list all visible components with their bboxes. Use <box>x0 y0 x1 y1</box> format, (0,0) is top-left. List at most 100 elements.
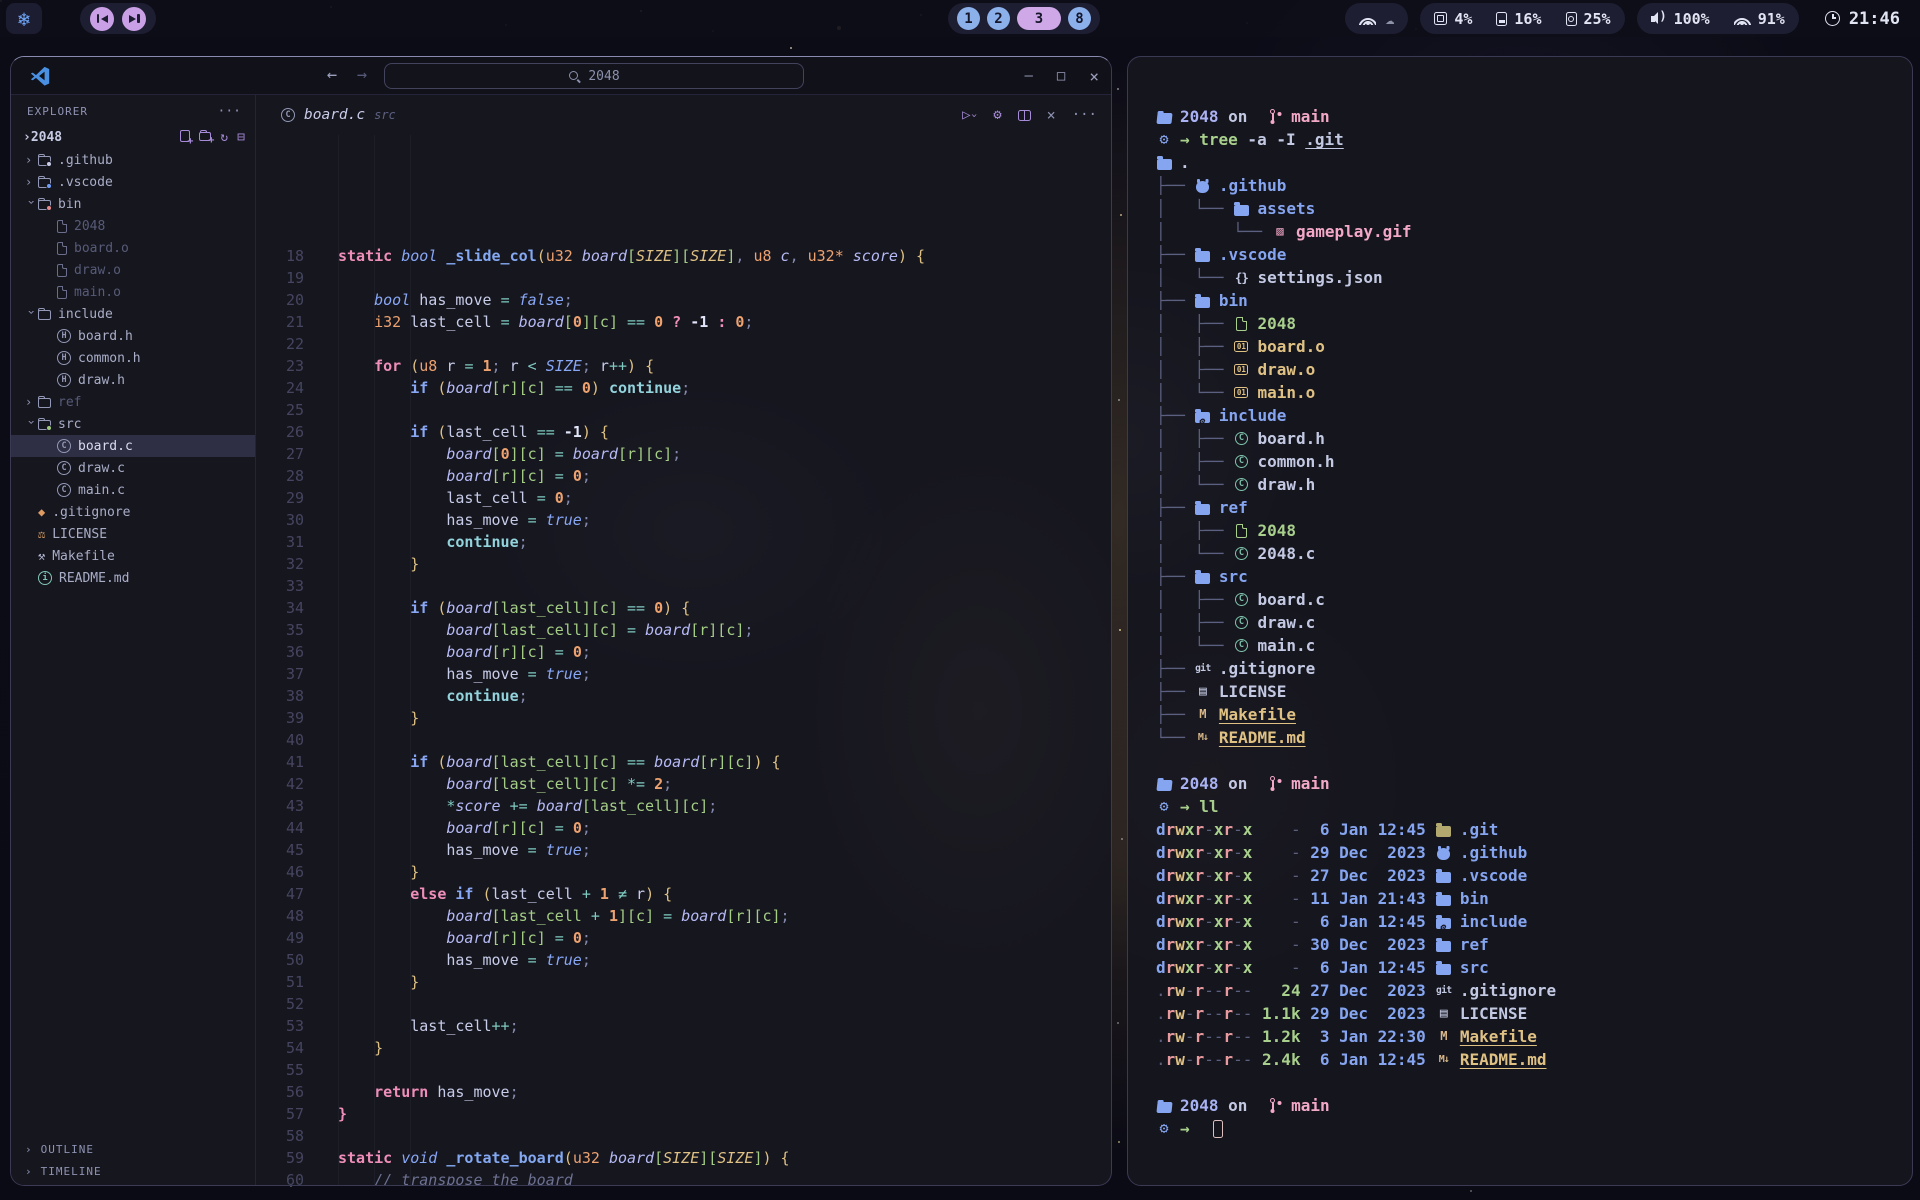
outline-panel[interactable]: › OUTLINE <box>11 1138 255 1160</box>
code-line-26: 26 if (last_cell == -1) { <box>256 421 1111 443</box>
line-number: 40 <box>256 729 326 751</box>
c-source-icon: C <box>1233 478 1249 491</box>
collapse-all-button[interactable]: ⊟ <box>237 130 245 145</box>
chevron-right-icon: › <box>25 1165 33 1178</box>
line-number: 24 <box>256 377 326 399</box>
explorer-item-draw.c[interactable]: Cdraw.c <box>11 457 255 479</box>
line-number: 60 <box>256 1169 326 1186</box>
more-actions-button[interactable]: ··· <box>1072 107 1097 123</box>
item-label: LICENSE <box>52 527 107 542</box>
code-line-40: 40 <box>256 729 1111 751</box>
line-number: 54 <box>256 1037 326 1059</box>
settings-gear-button[interactable]: ⚙ <box>993 107 1001 123</box>
c-source-icon: C <box>1233 593 1249 606</box>
launcher-button[interactable]: ❄ <box>6 3 42 34</box>
line-number: 36 <box>256 641 326 663</box>
volume-icon <box>1651 12 1667 25</box>
workspace-8[interactable]: 8 <box>1068 7 1091 30</box>
code-line-50: 50 has_move = true; <box>256 949 1111 971</box>
line-number: 41 <box>256 751 326 773</box>
maximize-button[interactable]: □ <box>1057 68 1065 84</box>
explorer-item-bin[interactable]: ›bin <box>11 193 255 215</box>
editor-area[interactable]: C board.c src ▷› ⚙ × ··· 18static bool _… <box>256 95 1111 1186</box>
explorer-item-.vscode[interactable]: ›.vscode <box>11 171 255 193</box>
line-number: 53 <box>256 1015 326 1037</box>
cpu-icon <box>1434 12 1447 25</box>
explorer-item-2048[interactable]: 2048 <box>11 215 255 237</box>
minimize-button[interactable]: — <box>1024 68 1032 84</box>
explorer-item-board.h[interactable]: Hboard.h <box>11 325 255 347</box>
new-folder-button[interactable] <box>199 132 211 141</box>
folder-open-icon <box>1156 1099 1172 1113</box>
explorer-item-main.o[interactable]: main.o <box>11 281 255 303</box>
editor-window: ← → 2048 — □ × EXPLORER ··· › 2048 ↻ <box>10 56 1112 1186</box>
code-line-22: 22 <box>256 333 1111 355</box>
terminal-line <box>1156 749 1902 772</box>
refresh-button[interactable]: ↻ <box>220 130 228 145</box>
explorer-item-common.h[interactable]: Hcommon.h <box>11 347 255 369</box>
code-editor[interactable]: 18static bool _slide_col(u32 board[SIZE]… <box>256 135 1111 1186</box>
explorer-item-Makefile[interactable]: ⚒Makefile <box>11 545 255 567</box>
line-number: 28 <box>256 465 326 487</box>
terminal-window[interactable]: 2048 on main⚙→ tree -a -I .git.├──.githu… <box>1127 56 1913 1186</box>
circled-h-icon: H <box>57 329 71 343</box>
code-line-42: 42 board[last_cell][c] *= 2; <box>256 773 1111 795</box>
close-button[interactable]: × <box>1089 67 1099 86</box>
new-file-button[interactable] <box>180 130 190 142</box>
vscode-logo-icon <box>29 65 51 87</box>
search-input[interactable]: 2048 <box>384 63 804 89</box>
explorer-item-.github[interactable]: ›.github <box>11 149 255 171</box>
folder-s-icon <box>1233 202 1249 216</box>
tab-filename[interactable]: board.c <box>304 107 365 123</box>
terminal-line: ├──▤LICENSE <box>1156 680 1902 703</box>
folder-s-icon <box>1195 294 1211 308</box>
line-number: 47 <box>256 883 326 905</box>
nav-back-button[interactable]: ← <box>319 62 345 88</box>
explorer-item-include[interactable]: ›include <box>11 303 255 325</box>
explorer-item-src[interactable]: ›src <box>11 413 255 435</box>
line-number: 58 <box>256 1125 326 1147</box>
explorer-item-ref[interactable]: ›ref <box>11 391 255 413</box>
nav-forward-button[interactable]: → <box>349 62 375 88</box>
explorer-item-.gitignore[interactable]: ◆.gitignore <box>11 501 255 523</box>
explorer-item-draw.o[interactable]: draw.o <box>11 259 255 281</box>
explorer-more-button[interactable]: ··· <box>218 104 241 119</box>
root-folder-label: 2048 <box>31 130 62 145</box>
line-number: 37 <box>256 663 326 685</box>
terminal-line: ├──ref <box>1156 496 1902 519</box>
line-number: 21 <box>256 311 326 333</box>
bin01-icon: 01 <box>1233 341 1249 352</box>
workspace-3-active[interactable]: 3 <box>1017 7 1061 30</box>
explorer-item-draw.h[interactable]: Hdraw.h <box>11 369 255 391</box>
m-icon: M <box>1195 703 1211 726</box>
gittext-icon: git <box>1436 979 1452 1002</box>
code-line-43: 43 *score += board[last_cell][c]; <box>256 795 1111 817</box>
outline-label: OUTLINE <box>41 1143 94 1156</box>
explorer-item-README.md[interactable]: iREADME.md <box>11 567 255 589</box>
explorer-item-board.c[interactable]: Cboard.c <box>11 435 255 457</box>
close-editor-button[interactable]: × <box>1047 106 1056 124</box>
split-editor-button[interactable] <box>1018 110 1031 121</box>
line-number: 32 <box>256 553 326 575</box>
line-number: 55 <box>256 1059 326 1081</box>
timeline-panel[interactable]: › TIMELINE <box>11 1160 255 1182</box>
workspace-2[interactable]: 2 <box>987 7 1010 30</box>
line-number: 49 <box>256 927 326 949</box>
explorer-root-folder[interactable]: › 2048 ↻ ⊟ <box>11 125 255 149</box>
explorer-item-main.c[interactable]: Cmain.c <box>11 479 255 501</box>
next-icon <box>129 15 136 23</box>
run-debug-button[interactable]: ▷› <box>962 107 977 123</box>
code-line-20: 20 bool has_move = false; <box>256 289 1111 311</box>
folder-icon <box>38 156 51 166</box>
terminal-line: │ ├──Cboard.c <box>1156 588 1902 611</box>
media-next-button[interactable] <box>122 7 146 31</box>
workspace-1[interactable]: 1 <box>957 7 980 30</box>
workspace-switcher: 1238 <box>948 3 1100 34</box>
explorer-item-LICENSE[interactable]: ⚖LICENSE <box>11 523 255 545</box>
explorer-item-board.o[interactable]: board.o <box>11 237 255 259</box>
terminal-line: drwxr-xr-x - 29 Dec 2023.github <box>1156 841 1902 864</box>
code-line-33: 33 <box>256 575 1111 597</box>
code-line-36: 36 board[r][c] = 0; <box>256 641 1111 663</box>
terminal-line: │ ├──Ccommon.h <box>1156 450 1902 473</box>
media-previous-button[interactable] <box>90 7 114 31</box>
